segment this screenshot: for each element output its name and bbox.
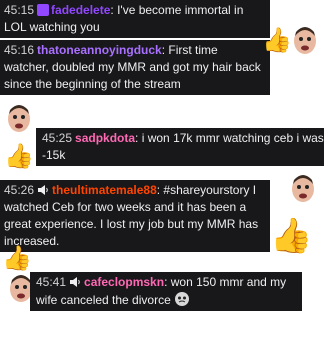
face-emote-icon <box>292 175 314 202</box>
thumbs-up-icon: 👍 <box>4 143 34 170</box>
thumbs-up-icon: 👍 <box>2 245 32 272</box>
timestamp: 45:25 <box>42 131 73 145</box>
chat-message-3: 45:25 sadpkdota: i won 17k mmr watching c… <box>36 128 324 166</box>
colon: : <box>164 275 171 289</box>
thumbs-up-icon: 👍 <box>262 27 292 54</box>
speaker-icon <box>70 277 80 287</box>
timestamp: 45:16 <box>4 43 35 57</box>
thumbs-up-icon: 👍 <box>270 217 313 255</box>
username[interactable]: sadpkdota <box>75 131 135 145</box>
timestamp: 45:15 <box>4 3 35 17</box>
username[interactable]: fadedelete <box>51 3 110 17</box>
username[interactable]: theultimatemale88 <box>52 183 157 197</box>
face-emote-icon <box>175 292 190 306</box>
timestamp: 45:26 <box>4 183 35 197</box>
chat-message-4: 45:26 theultimatemale88: #shareyourstory … <box>0 180 270 252</box>
chat-message-1: 45:15 fadedelete: I've become immortal in… <box>0 0 270 38</box>
username[interactable]: cafeclopmskn <box>84 275 164 289</box>
face-emote-icon <box>8 105 30 132</box>
chat-message-2: 45:16 thatoneannoyingduck: First time wat… <box>0 40 270 95</box>
colon: : <box>135 131 142 145</box>
speaker-icon <box>38 185 48 195</box>
subscriber-badge-icon <box>37 4 50 16</box>
chat-message-5: 45:41 cafeclopmskn: won 150 mmr and my wi… <box>30 272 302 311</box>
face-emote-icon <box>294 27 316 54</box>
timestamp: 45:41 <box>36 275 67 289</box>
username[interactable]: thatoneannoyingduck <box>37 43 162 57</box>
